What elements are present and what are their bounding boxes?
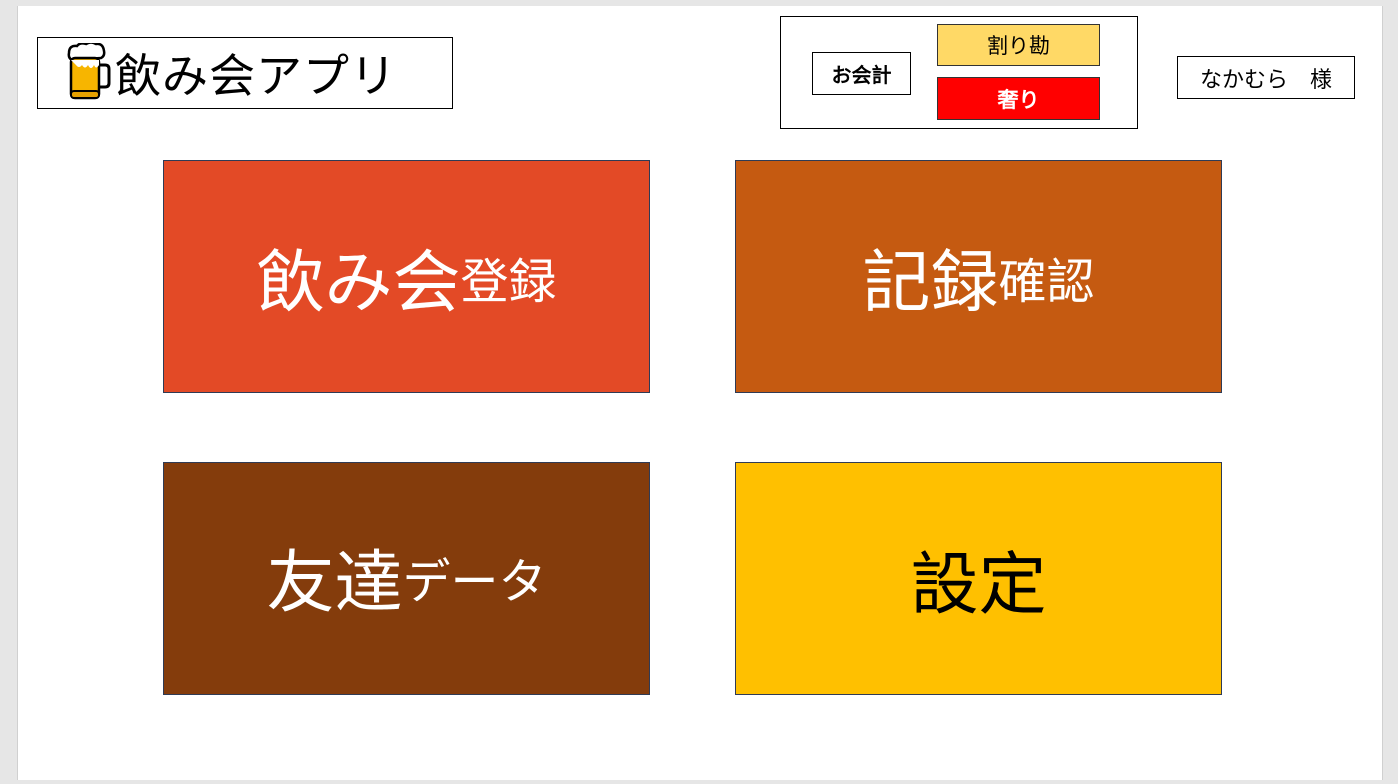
- split-bill-button[interactable]: 割り勘: [937, 24, 1100, 66]
- friends-data-main-label: 友達: [266, 544, 403, 623]
- beer-mug-icon: [67, 43, 111, 100]
- view-records-button[interactable]: 記録 確認: [735, 160, 1222, 393]
- user-name-label: なかむら 様: [1177, 56, 1355, 99]
- register-party-button[interactable]: 飲み会 登録: [163, 160, 650, 393]
- app-title-box: 飲み会アプリ: [37, 37, 453, 109]
- view-records-main-label: 記録: [862, 244, 999, 323]
- app-title: 飲み会アプリ: [115, 49, 397, 103]
- register-party-sub-label: 登録: [460, 253, 557, 310]
- settings-button[interactable]: 設定: [735, 462, 1222, 695]
- register-party-main-label: 飲み会: [256, 244, 461, 323]
- treat-button[interactable]: 奢り: [937, 77, 1100, 120]
- payment-panel: お会計 割り勘 奢り: [780, 16, 1138, 129]
- friends-data-sub-label: データ: [402, 553, 547, 610]
- payment-label: お会計: [812, 52, 911, 95]
- view-records-sub-label: 確認: [998, 253, 1095, 310]
- settings-label: 設定: [910, 546, 1047, 625]
- friends-data-button[interactable]: 友達 データ: [163, 462, 650, 695]
